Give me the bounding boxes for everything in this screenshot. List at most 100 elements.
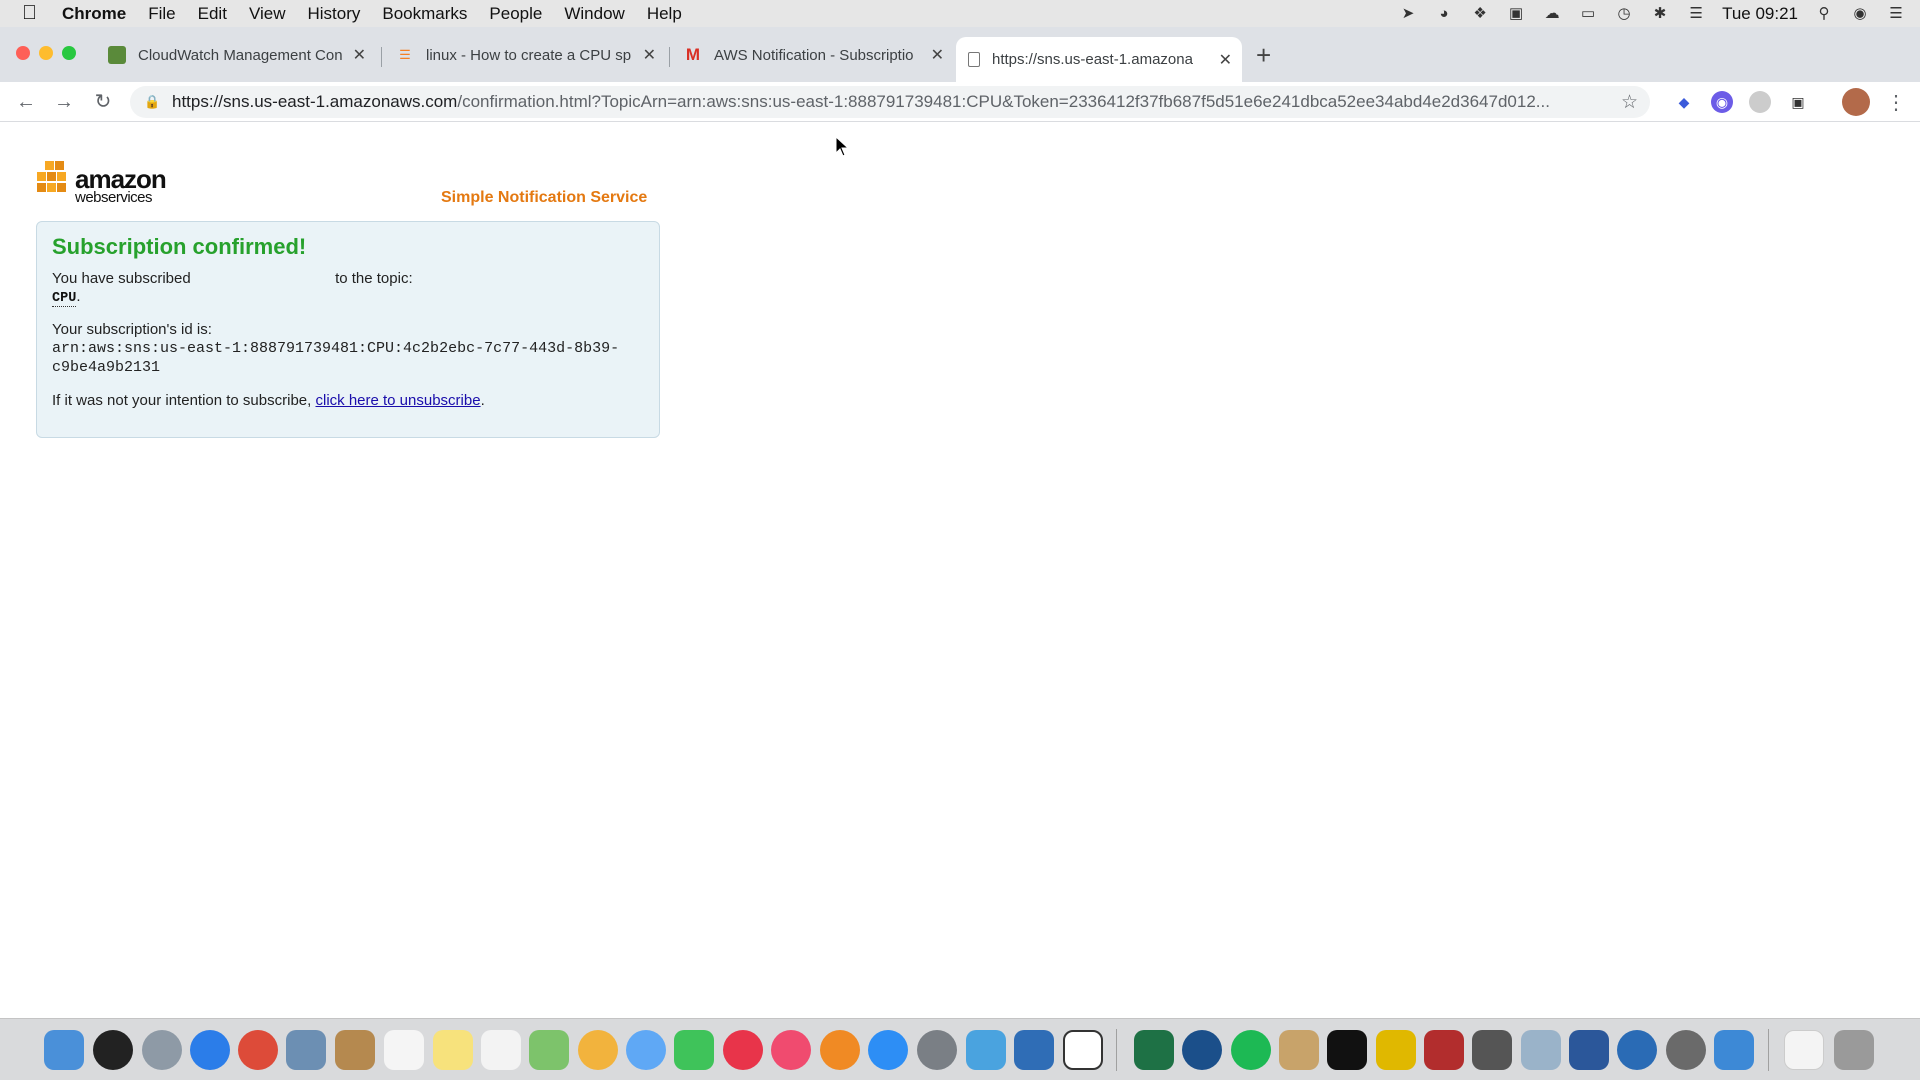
mouse-cursor-icon [835, 136, 850, 157]
spotlight-search-icon[interactable]: ⚲ [1814, 5, 1834, 23]
aws-logo-text: amazon webservices [75, 166, 167, 205]
facetime-icon[interactable] [674, 1030, 714, 1070]
url-text[interactable]: https://sns.us-east-1.amazonaws.com/conf… [172, 92, 1612, 112]
cast-icon[interactable]: ▣ [1787, 91, 1809, 113]
dropbox-icon[interactable]: ❖ [1470, 5, 1490, 23]
close-window-button[interactable] [16, 46, 30, 60]
launchpad-icon[interactable] [142, 1030, 182, 1070]
minimize-window-button[interactable] [39, 46, 53, 60]
location-icon[interactable]: ➤ [1398, 5, 1418, 23]
address-bar[interactable]: 🔒 https://sns.us-east-1.amazonaws.com/co… [130, 86, 1650, 118]
new-tab-button[interactable]: + [1256, 42, 1271, 68]
notes-icon[interactable] [433, 1030, 473, 1070]
close-tab-icon[interactable]: ✕ [643, 45, 656, 65]
tab-gmail[interactable]: M AWS Notification - Subscriptio ✕ [672, 37, 954, 73]
menu-clock[interactable]: Tue 09:21 [1722, 4, 1798, 24]
news-icon[interactable] [723, 1030, 763, 1070]
photos-icon[interactable] [578, 1030, 618, 1070]
tab-sns-confirmation[interactable]: https://sns.us-east-1.amazona ✕ [956, 37, 1242, 82]
back-arrow-icon[interactable]: ← [13, 89, 39, 115]
remote-desktop-icon[interactable] [1014, 1030, 1054, 1070]
bluetooth-icon[interactable]: ✱ [1650, 5, 1670, 23]
messages-icon[interactable] [626, 1030, 666, 1070]
close-tab-icon[interactable]: ✕ [931, 45, 944, 65]
tab-cloudwatch[interactable]: CloudWatch Management Con ✕ [96, 37, 376, 73]
printer-icon[interactable] [1472, 1030, 1512, 1070]
forward-arrow-icon[interactable]: → [51, 89, 77, 115]
stackoverflow-icon: ☰ [399, 47, 411, 62]
dock-separator [1116, 1029, 1117, 1071]
sublime-icon[interactable] [1063, 1030, 1103, 1070]
image-capture-icon[interactable] [1521, 1030, 1561, 1070]
menu-bar:  Chrome File Edit View History Bookmark… [0, 0, 1920, 27]
maps-icon[interactable] [529, 1030, 569, 1070]
safari-icon[interactable] [190, 1030, 230, 1070]
edge-icon[interactable] [1182, 1030, 1222, 1070]
menu-edit[interactable]: Edit [198, 4, 227, 24]
subscribed-suffix: to the topic: [335, 270, 413, 287]
extension-icon[interactable] [1749, 91, 1771, 113]
unsubscribe-line: If it was not your intention to subscrib… [52, 392, 485, 409]
unsubscribe-link[interactable]: click here to unsubscribe [315, 392, 480, 409]
close-tab-icon[interactable]: ✕ [1219, 50, 1232, 70]
notification-center-icon[interactable]: ☰ [1886, 5, 1906, 23]
trash-icon[interactable] [1834, 1030, 1874, 1070]
topic-line: CPU. [52, 288, 81, 307]
finder-icon[interactable] [44, 1030, 84, 1070]
calendar-icon[interactable] [384, 1030, 424, 1070]
cloud-icon[interactable]: ☁ [1542, 5, 1562, 23]
terminal-icon[interactable] [1327, 1030, 1367, 1070]
time-machine-icon[interactable]: ◷ [1614, 5, 1634, 23]
wifi-icon[interactable]: ☰ [1686, 5, 1706, 23]
ethereum-extension-icon[interactable]: ◆ [1673, 91, 1695, 113]
siri-icon[interactable] [93, 1030, 133, 1070]
activity-icon[interactable]: ◕ [1434, 5, 1454, 23]
menu-kebab-icon[interactable]: ⋮ [1886, 90, 1906, 115]
menu-people[interactable]: People [489, 4, 542, 24]
menu-history[interactable]: History [307, 4, 360, 24]
archive-icon[interactable] [1279, 1030, 1319, 1070]
menu-app-name[interactable]: Chrome [62, 4, 126, 24]
contacts-icon[interactable] [335, 1030, 375, 1070]
tab-stackoverflow[interactable]: ☰ linux - How to create a CPU sp ✕ [384, 37, 666, 73]
status-tray: ➤ ◕ ❖ ▣ ☁ ▭ ◷ ✱ ☰ Tue 09:21 ⚲ ◉ ☰ [1398, 0, 1906, 27]
menu-file[interactable]: File [148, 4, 175, 24]
screen-record-icon[interactable]: ▣ [1506, 5, 1526, 23]
dictionary-icon[interactable] [1424, 1030, 1464, 1070]
menu-help[interactable]: Help [647, 4, 682, 24]
aws-logo[interactable]: amazon webservices [35, 159, 167, 209]
movie-icon[interactable] [1666, 1030, 1706, 1070]
siri-icon[interactable]: ◉ [1850, 5, 1870, 23]
network-utility-icon[interactable] [966, 1030, 1006, 1070]
documents-folder-icon[interactable] [1784, 1030, 1824, 1070]
wireshark-icon[interactable] [1376, 1030, 1416, 1070]
music-icon[interactable] [771, 1030, 811, 1070]
reminders-icon[interactable] [481, 1030, 521, 1070]
tab-strip: CloudWatch Management Con ✕ ☰ linux - Ho… [0, 27, 1920, 82]
zoom-window-button[interactable] [62, 46, 76, 60]
spotify-icon[interactable] [1231, 1030, 1271, 1070]
app-store-icon[interactable] [868, 1030, 908, 1070]
menu-view[interactable]: View [249, 4, 286, 24]
word-icon[interactable] [1569, 1030, 1609, 1070]
menu-bookmarks[interactable]: Bookmarks [382, 4, 467, 24]
bookmark-star-icon[interactable]: ☆ [1621, 91, 1638, 114]
menu-window[interactable]: Window [564, 4, 624, 24]
chrome-icon[interactable] [238, 1030, 278, 1070]
reload-icon[interactable]: ↻ [90, 89, 116, 115]
airplay-icon[interactable]: ▭ [1578, 5, 1598, 23]
preview-icon[interactable] [286, 1030, 326, 1070]
apple-icon[interactable]:  [22, 2, 48, 25]
books-icon[interactable] [820, 1030, 860, 1070]
excel-icon[interactable] [1134, 1030, 1174, 1070]
system-preferences-icon[interactable] [917, 1030, 957, 1070]
keynote-icon[interactable] [1714, 1030, 1754, 1070]
subscribed-prefix: You have subscribed [52, 270, 191, 287]
page-content: amazon webservices Simple Notification S… [0, 123, 1920, 1018]
close-tab-icon[interactable]: ✕ [353, 45, 366, 65]
profile-avatar[interactable] [1842, 88, 1870, 116]
tab-title: AWS Notification - Subscriptio [714, 46, 914, 64]
lock-icon[interactable]: 🔒 [144, 94, 160, 110]
migration-icon[interactable] [1617, 1030, 1657, 1070]
extension-icon[interactable]: ◉ [1711, 91, 1733, 113]
